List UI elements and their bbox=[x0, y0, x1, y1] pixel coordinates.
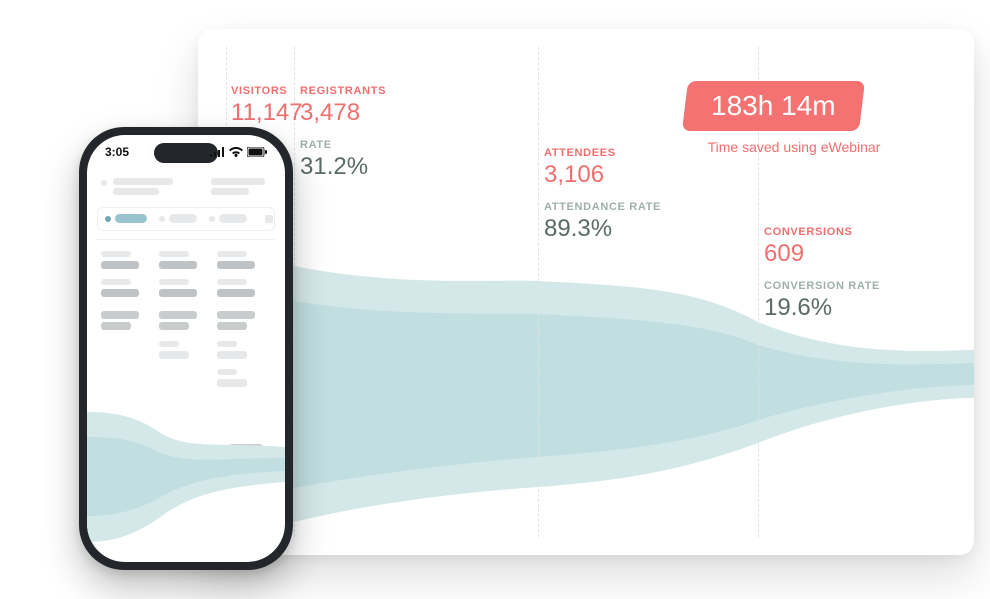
tab-dot bbox=[209, 216, 215, 222]
skeleton-line bbox=[217, 369, 237, 375]
metric-value: 19.6% bbox=[764, 294, 880, 322]
metric-value: 11,147 bbox=[231, 99, 303, 127]
tab-dot bbox=[159, 216, 165, 222]
skeleton-line bbox=[217, 311, 255, 319]
battery-icon bbox=[247, 147, 267, 157]
metric-label: ATTENDANCE RATE bbox=[544, 201, 661, 213]
metric-value: 609 bbox=[764, 240, 853, 268]
skeleton-line bbox=[101, 311, 139, 319]
metric-label: VISITORS bbox=[231, 85, 303, 97]
skeleton-line bbox=[101, 289, 139, 297]
wifi-icon bbox=[229, 147, 243, 157]
skeleton-line bbox=[217, 251, 247, 257]
metric-value: 89.3% bbox=[544, 215, 661, 243]
skeleton-line bbox=[159, 289, 197, 297]
tab[interactable] bbox=[219, 214, 247, 223]
skeleton-dot bbox=[101, 180, 107, 186]
skeleton-line bbox=[159, 261, 197, 269]
metric-value: 3,478 bbox=[300, 99, 386, 127]
tab-active[interactable] bbox=[115, 214, 147, 223]
skeleton-line bbox=[101, 322, 131, 330]
divider bbox=[97, 239, 275, 240]
skeleton-line bbox=[217, 261, 255, 269]
metric-value: 31.2% bbox=[300, 153, 368, 181]
tab[interactable] bbox=[169, 214, 197, 223]
signal-icon bbox=[210, 147, 225, 157]
metric-value: 3,106 bbox=[544, 161, 616, 189]
time-saved-badge: 183h 14m bbox=[682, 81, 865, 131]
metric-label: CONVERSION RATE bbox=[764, 280, 880, 292]
skeleton-line bbox=[217, 341, 237, 347]
metric-registrants: REGISTRANTS 3,478 bbox=[300, 85, 386, 127]
analytics-panel: VISITORS 11,147 REGISTRANTS 3,478 RATE 3… bbox=[198, 29, 974, 555]
skeleton-line bbox=[217, 351, 247, 359]
skeleton-line bbox=[101, 251, 131, 257]
skeleton-line bbox=[113, 178, 173, 185]
time-saved-value: 183h 14m bbox=[711, 90, 836, 122]
metric-attendees: ATTENDEES 3,106 bbox=[544, 147, 616, 189]
metric-label: ATTENDEES bbox=[544, 147, 616, 159]
skeleton-line bbox=[211, 188, 249, 195]
metric-conversions: CONVERSIONS 609 bbox=[764, 226, 853, 268]
skeleton-line bbox=[217, 279, 247, 285]
phone-funnel-chart bbox=[87, 402, 285, 562]
skeleton-line bbox=[159, 251, 189, 257]
metric-label: CONVERSIONS bbox=[764, 226, 853, 238]
metric-visitors: VISITORS 11,147 bbox=[231, 85, 303, 127]
metric-rate: RATE 31.2% bbox=[300, 139, 368, 181]
stage-divider bbox=[538, 47, 539, 537]
status-icons bbox=[210, 145, 267, 159]
skeleton-line bbox=[217, 322, 247, 330]
phone-screen: 3:05 bbox=[87, 135, 285, 562]
metric-attendance-rate: ATTENDANCE RATE 89.3% bbox=[544, 201, 661, 243]
skeleton-line bbox=[101, 279, 131, 285]
skeleton-line bbox=[101, 261, 139, 269]
skeleton-line bbox=[113, 188, 159, 195]
skeleton-line bbox=[217, 289, 255, 297]
skeleton-line bbox=[159, 341, 179, 347]
metric-label: RATE bbox=[300, 139, 368, 151]
skeleton-line bbox=[159, 322, 189, 330]
time-saved-caption: Time saved using eWebinar bbox=[686, 139, 902, 155]
status-time: 3:05 bbox=[105, 145, 129, 159]
status-bar: 3:05 bbox=[87, 145, 285, 159]
skeleton-line bbox=[159, 351, 189, 359]
metric-conversion-rate: CONVERSION RATE 19.6% bbox=[764, 280, 880, 322]
skeleton-line bbox=[211, 178, 265, 185]
skeleton-line bbox=[159, 311, 197, 319]
tab-more[interactable] bbox=[265, 215, 273, 223]
tab-dot bbox=[105, 216, 111, 222]
phone-frame: 3:05 bbox=[79, 127, 293, 570]
skeleton-line bbox=[159, 279, 189, 285]
skeleton-line bbox=[217, 379, 247, 387]
metric-label: REGISTRANTS bbox=[300, 85, 386, 97]
